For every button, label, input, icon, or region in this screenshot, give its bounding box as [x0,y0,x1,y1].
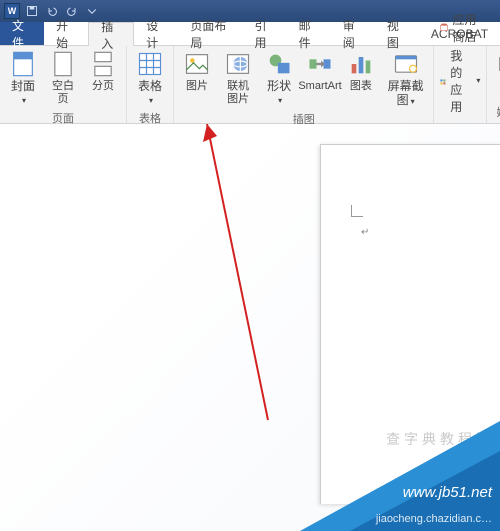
blank-page-icon [49,50,77,78]
smartart-icon [306,50,334,78]
app-store-button[interactable]: 应用商店 [440,11,480,45]
corner-sub: jiaocheng.chazidian.c… [376,513,492,525]
smartart-label: SmartArt [298,80,341,93]
group-illustrations: 图片 联机图片 形状▾ SmartArt 图表 屏幕截图▾ [174,46,434,123]
qat-customize-icon[interactable] [84,3,100,19]
table-icon [136,50,164,78]
blank-page-label: 空白页 [48,80,78,106]
shapes-icon [265,50,293,78]
chart-button[interactable]: 图表 [342,48,380,110]
tab-home[interactable]: 开始 [44,22,88,45]
tab-layout[interactable]: 页面布局 [178,22,242,45]
tab-design[interactable]: 设计 [134,22,178,45]
chart-label: 图表 [350,80,372,93]
picture-icon [183,50,211,78]
online-video-button[interactable]: 联机 [491,48,500,103]
video-icon [496,50,500,78]
picture-label: 图片 [186,80,208,93]
shapes-button[interactable]: 形状▾ [260,48,298,110]
picture-button[interactable]: 图片 [178,48,216,110]
cover-page-button[interactable]: 封面▾ [4,48,42,109]
screenshot-button[interactable]: 屏幕截图▾ [382,48,430,110]
chart-icon [347,50,375,78]
online-picture-icon [224,50,252,78]
group-media-label: 媒 [491,103,500,121]
page-break-label: 分页 [92,80,114,93]
my-apps-label: 我的应用 [450,47,470,115]
group-pages: 封面▾ 空白页 分页 页面 [0,46,127,123]
blank-page-button[interactable]: 空白页 [44,48,82,109]
my-apps-button[interactable]: 我的应用▾ [440,47,480,115]
paragraph-mark: ↵ [361,227,369,238]
tab-review[interactable]: 审阅 [331,22,375,45]
tab-file[interactable]: 文件 [0,22,44,45]
corner-url: www.jb51.net [403,484,492,501]
ribbon: 封面▾ 空白页 分页 页面 表格▾ 表格 图片 [0,46,500,124]
store-icon [440,21,448,35]
group-media: 联机 媒 [487,46,500,123]
online-picture-label: 联机图片 [222,80,254,106]
shapes-label: 形状 [267,79,291,93]
corner-badge: www.jb51.net jiaocheng.chazidian.c… [300,421,500,531]
page-break-icon [89,50,117,78]
page-break-button[interactable]: 分页 [84,48,122,109]
cover-page-label: 封面 [11,79,35,93]
screenshot-icon [392,50,420,78]
margin-marker [351,205,363,217]
tab-view[interactable]: 视图 [375,22,419,45]
tab-mailings[interactable]: 邮件 [287,22,331,45]
online-picture-button[interactable]: 联机图片 [218,48,258,110]
tab-insert[interactable]: 插入 [88,22,134,46]
cover-page-icon [9,50,37,78]
ribbon-tabs: 文件 开始 插入 设计 页面布局 引用 邮件 审阅 视图 ACROBAT [0,22,500,46]
group-tables: 表格▾ 表格 [127,46,174,123]
myapps-icon [440,74,446,88]
table-label: 表格 [138,79,162,93]
smartart-button[interactable]: SmartArt [300,48,340,110]
table-button[interactable]: 表格▾ [131,48,169,109]
app-store-label: 应用商店 [453,11,481,45]
screenshot-label: 屏幕截图 [388,79,424,107]
group-apps: 应用商店 我的应用▾ 应用程序 [434,46,487,123]
tab-references[interactable]: 引用 [243,22,287,45]
